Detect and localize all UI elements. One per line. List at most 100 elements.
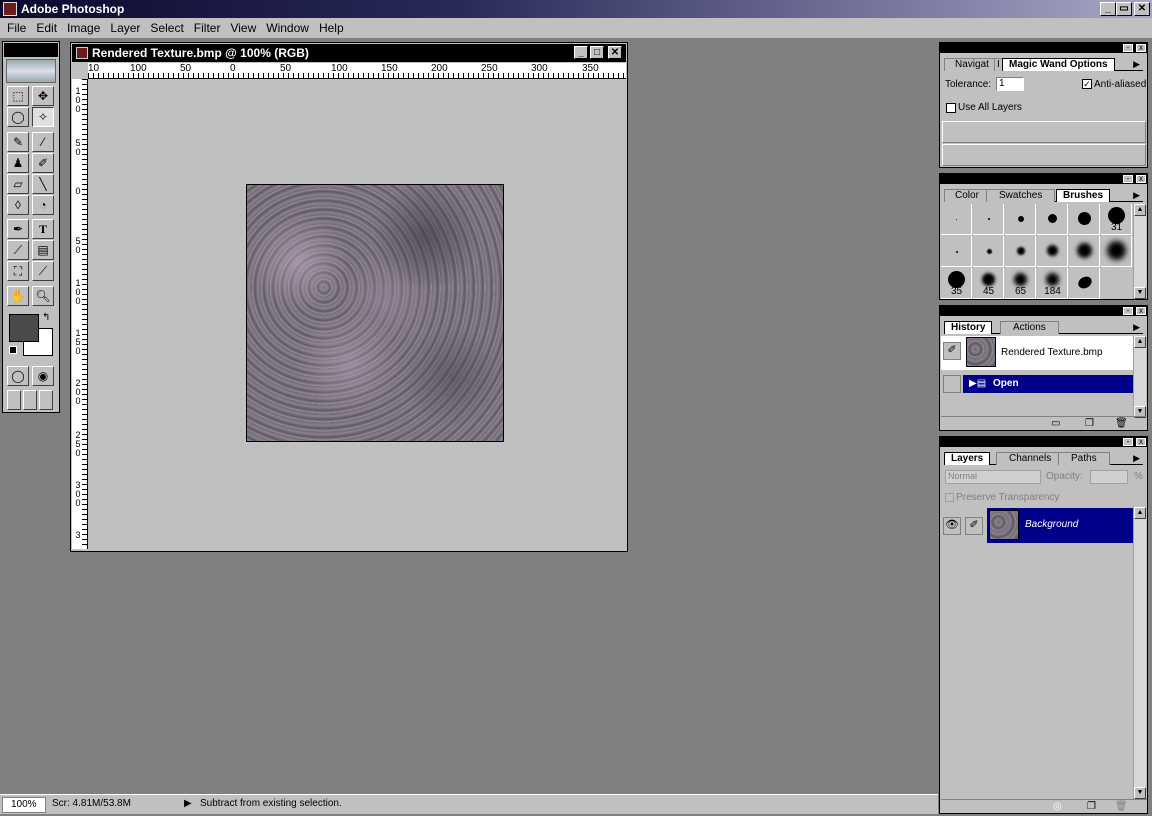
trash-icon[interactable]: 🗑︎ xyxy=(1115,801,1128,812)
tab-brushes[interactable]: Brushes xyxy=(1056,189,1111,202)
panel-menu-arrow-icon[interactable]: ▶ xyxy=(1133,190,1140,201)
doc-close-button[interactable]: ✕ xyxy=(608,46,622,59)
airbrush-tool-icon[interactable]: ✎ xyxy=(7,132,29,152)
menu-window[interactable]: Window xyxy=(261,21,314,35)
add-layer-mask-icon[interactable]: ◎ xyxy=(1053,801,1062,812)
dodge-tool-icon[interactable]: ◔ xyxy=(32,195,54,215)
brush-preset[interactable] xyxy=(973,236,1004,267)
brush-preset[interactable] xyxy=(941,204,972,235)
brushes-scrollbar[interactable]: ▲ ▼ xyxy=(1133,204,1146,299)
type-tool-icon[interactable]: T xyxy=(32,219,54,239)
adobe-eye-icon[interactable] xyxy=(6,59,56,83)
tab-layers[interactable]: Layers xyxy=(944,452,991,465)
layer-row-background[interactable]: 👁︎ ✐ Background xyxy=(941,507,1133,545)
tolerance-input[interactable]: 1 xyxy=(996,77,1024,91)
blend-mode-select[interactable]: Normal xyxy=(945,470,1041,484)
brush-preset[interactable] xyxy=(1069,236,1100,267)
history-state-row[interactable]: ▶▤ Open xyxy=(941,374,1133,394)
blur-tool-icon[interactable]: ◊ xyxy=(7,195,29,215)
zoom-tool-icon[interactable]: 🔍︎ xyxy=(32,286,54,306)
brush-preset[interactable] xyxy=(973,204,1004,235)
menu-select[interactable]: Select xyxy=(145,21,188,35)
menu-layer[interactable]: Layer xyxy=(105,21,145,35)
preserve-transparency-checkbox[interactable] xyxy=(945,493,954,502)
history-brush-source-icon[interactable]: ✐ xyxy=(943,342,961,360)
doc-maximize-button[interactable]: □ xyxy=(590,46,604,59)
layer-paintbrush-icon[interactable]: ✐ xyxy=(965,517,983,535)
panel-minimize-button[interactable]: - xyxy=(1123,44,1133,52)
paintbrush-tool-icon[interactable]: ⁄ xyxy=(32,132,54,152)
panel-menu-arrow-icon[interactable]: ▶ xyxy=(1133,59,1140,70)
brush-preset[interactable] xyxy=(1101,236,1132,267)
brush-preset[interactable] xyxy=(941,236,972,267)
brush-preset[interactable] xyxy=(1005,236,1036,267)
brush-preset[interactable] xyxy=(1037,236,1068,267)
tab-swatches[interactable]: Swatches xyxy=(986,189,1056,202)
scroll-up-icon[interactable]: ▲ xyxy=(1134,336,1146,348)
anti-aliased-checkbox[interactable]: ✓ xyxy=(1082,79,1092,89)
panel-minimize-button[interactable]: - xyxy=(1123,307,1133,315)
minimize-button[interactable]: _ xyxy=(1100,2,1116,16)
foreground-color-swatch[interactable] xyxy=(9,314,39,342)
tab-history[interactable]: History xyxy=(944,321,993,334)
panel-title-bar[interactable]: - x xyxy=(940,43,1147,53)
brush-preset[interactable] xyxy=(1069,268,1100,299)
scroll-down-icon[interactable]: ▼ xyxy=(1134,287,1146,299)
layer-visibility-eye-icon[interactable]: 👁︎ xyxy=(943,517,961,535)
doc-minimize-button[interactable]: _ xyxy=(574,46,588,59)
scroll-up-icon[interactable]: ▲ xyxy=(1134,204,1146,216)
swap-colors-icon[interactable]: ↰ xyxy=(42,312,50,323)
history-snapshot-row[interactable]: ✐ Rendered Texture.bmp xyxy=(941,336,1133,370)
tab-navigator[interactable]: Navigat xyxy=(944,58,1000,71)
panel-menu-arrow-icon[interactable]: ▶ xyxy=(1133,322,1140,333)
use-all-layers-checkbox[interactable] xyxy=(946,103,956,113)
close-button[interactable]: ✕ xyxy=(1134,2,1150,16)
trash-icon[interactable]: 🗑︎ xyxy=(1115,418,1128,429)
paint-bucket-tool-icon[interactable]: ⛶ xyxy=(7,261,29,281)
document-canvas-area[interactable] xyxy=(89,80,626,550)
brush-preset[interactable]: 35 xyxy=(941,268,972,299)
scroll-up-icon[interactable]: ▲ xyxy=(1134,507,1146,519)
quick-mask-mode-icon[interactable]: ◉ xyxy=(32,366,54,386)
panel-title-bar[interactable]: - x xyxy=(940,174,1147,184)
panel-title-bar[interactable]: - x xyxy=(940,437,1147,447)
layers-scrollbar[interactable]: ▲ ▼ xyxy=(1133,507,1146,799)
scroll-down-icon[interactable]: ▼ xyxy=(1134,787,1146,799)
menu-view[interactable]: View xyxy=(225,21,261,35)
status-menu-arrow-icon[interactable]: ▶ xyxy=(184,798,192,809)
panel-minimize-button[interactable]: - xyxy=(1123,175,1133,183)
eyedropper-tool-icon[interactable]: ⟋ xyxy=(32,261,54,281)
photoshop-app-icon[interactable] xyxy=(3,2,17,16)
full-screen-menu-icon[interactable] xyxy=(23,390,37,410)
rendered-texture-image[interactable] xyxy=(246,184,504,442)
panel-close-button[interactable]: x xyxy=(1136,438,1146,446)
menu-edit[interactable]: Edit xyxy=(31,21,62,35)
measure-tool-icon[interactable]: ⟋ xyxy=(7,240,29,260)
tab-color[interactable]: Color xyxy=(944,189,990,202)
history-brush-tool-icon[interactable]: ✐ xyxy=(32,153,54,173)
panel-title-bar[interactable]: - x xyxy=(940,306,1147,316)
brush-preset[interactable] xyxy=(1037,204,1068,235)
tab-paths[interactable]: Paths xyxy=(1058,452,1110,465)
eraser-tool-icon[interactable]: ▱ xyxy=(7,174,29,194)
hand-tool-icon[interactable]: ✋ xyxy=(7,286,29,306)
standard-mode-icon[interactable]: ◯ xyxy=(7,366,29,386)
tab-actions[interactable]: Actions xyxy=(1000,321,1059,334)
brush-preset[interactable]: 31 xyxy=(1101,204,1132,235)
restore-button[interactable]: ▭ xyxy=(1116,2,1132,16)
tab-magic-wand-options[interactable]: Magic Wand Options xyxy=(1002,58,1115,71)
full-screen-icon[interactable] xyxy=(39,390,53,410)
brush-preset[interactable]: 65 xyxy=(1005,268,1036,299)
zoom-level-field[interactable]: 100% xyxy=(2,797,46,813)
history-brush-source-icon[interactable] xyxy=(943,375,961,393)
tab-channels[interactable]: Channels xyxy=(996,452,1065,465)
toolbox-title-bar[interactable] xyxy=(4,43,58,57)
brush-preset[interactable] xyxy=(1005,204,1036,235)
lasso-tool-icon[interactable]: ◯ xyxy=(7,107,29,127)
menu-file[interactable]: File xyxy=(2,21,31,35)
menu-help[interactable]: Help xyxy=(314,21,349,35)
marquee-tool-icon[interactable]: ⬚ xyxy=(7,86,29,106)
magic-wand-tool-icon[interactable]: ✧ xyxy=(32,107,54,127)
panel-minimize-button[interactable]: - xyxy=(1123,438,1133,446)
brush-preset[interactable]: 184 xyxy=(1037,268,1068,299)
